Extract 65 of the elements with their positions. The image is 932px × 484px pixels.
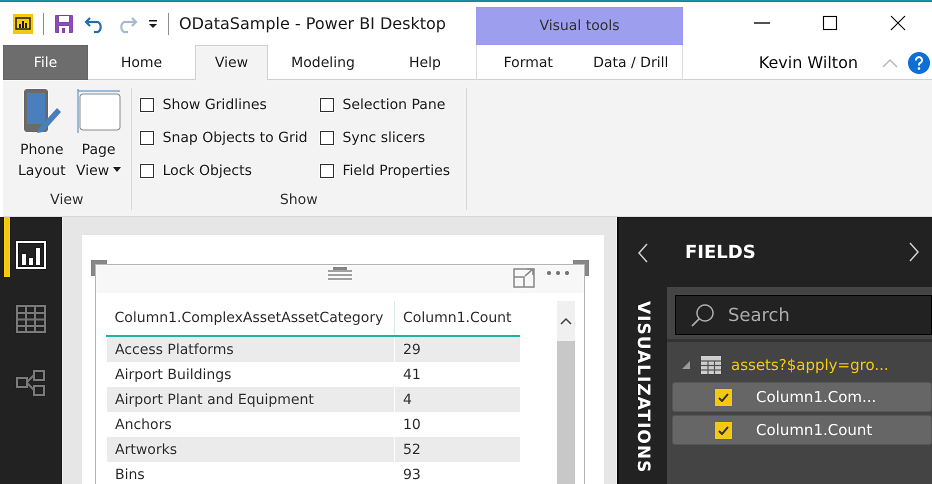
table-icon — [16, 305, 46, 333]
report-view-icon — [16, 241, 46, 269]
check-icon — [718, 426, 729, 434]
focus-mode-icon[interactable] — [513, 268, 535, 288]
scroll-up-icon[interactable] — [560, 317, 572, 325]
ribbon-group-label: View — [49, 192, 84, 210]
checkbox-option[interactable]: Show Gridlines — [140, 88, 308, 121]
scrollbar[interactable] — [557, 301, 575, 484]
checkbox[interactable] — [715, 422, 732, 438]
maximize-icon — [822, 15, 838, 31]
ribbon-tab[interactable]: Data / Drill — [580, 45, 682, 80]
search-field[interactable]: Search — [675, 295, 932, 335]
ribbon-tab[interactable]: Help — [378, 45, 472, 80]
pane-title: FIELDS — [685, 242, 756, 262]
checkbox[interactable] — [320, 164, 334, 178]
ribbon-tab[interactable]: Home — [88, 45, 195, 80]
contextual-group-header: Visual tools — [476, 7, 683, 45]
checkbox[interactable] — [140, 98, 154, 112]
table-cell: 52 — [394, 437, 520, 462]
ribbon-group-label: Show — [278, 192, 319, 210]
drag-handle-icon[interactable] — [328, 267, 352, 281]
field-item[interactable]: Column1.Count — [672, 415, 932, 445]
save-icon[interactable] — [54, 14, 74, 34]
pane-label[interactable]: VISUALIZATIONS — [633, 301, 653, 474]
table-cell: Airport Plant and Equipment — [106, 387, 394, 412]
check-icon — [718, 392, 729, 402]
minimize-icon — [754, 22, 770, 24]
table-cell: Access Platforms — [106, 336, 394, 362]
table-icon — [701, 356, 721, 374]
file-menu-tab[interactable]: File — [3, 45, 88, 80]
ribbon-tab[interactable]: Modeling — [268, 45, 378, 80]
page-icon — [76, 88, 122, 134]
checkbox[interactable] — [140, 164, 154, 178]
model-diagram-icon — [16, 369, 46, 397]
checkbox-option[interactable]: Lock Objects — [140, 154, 308, 187]
customize-dropdown-icon[interactable] — [148, 18, 158, 28]
app-logo-icon — [13, 14, 33, 34]
more-options-icon[interactable] — [546, 270, 570, 276]
page-view-button[interactable]: Page View — [72, 88, 125, 192]
expand-pane-icon[interactable] — [637, 243, 649, 263]
table-cell: 93 — [394, 462, 520, 484]
collapse-pane-icon[interactable] — [908, 242, 920, 262]
checkbox[interactable] — [320, 130, 334, 144]
checkbox[interactable] — [715, 388, 732, 406]
table-cell: 29 — [394, 336, 520, 362]
search-icon — [691, 303, 715, 327]
window-title: ODataSample - Power BI Desktop — [179, 14, 446, 33]
checkbox-option[interactable]: Selection Pane — [320, 88, 450, 121]
user-name: Kevin Wilton — [758, 53, 858, 72]
checkbox-option[interactable]: Sync slicers — [320, 121, 450, 154]
table-cell: Artworks — [106, 437, 394, 462]
field-item[interactable]: Column1.Com... — [672, 382, 932, 412]
ribbon-tab[interactable]: View — [195, 45, 268, 80]
close-icon — [890, 15, 906, 31]
checkbox[interactable] — [140, 130, 154, 144]
table-name[interactable]: assets?$apply=gro... — [731, 356, 889, 374]
checkbox-option[interactable]: Field Properties — [320, 154, 450, 187]
checkbox[interactable] — [320, 98, 334, 112]
checkbox-option[interactable]: Snap Objects to Grid — [140, 121, 308, 154]
help-icon[interactable] — [908, 52, 930, 74]
table-cell: Bins — [106, 462, 394, 484]
phone-layout-button[interactable]: Phone Layout — [15, 88, 69, 192]
expand-toggle-icon[interactable] — [681, 360, 691, 370]
table-cell: 4 — [394, 387, 520, 412]
ribbon-tab[interactable]: Format — [477, 45, 580, 80]
